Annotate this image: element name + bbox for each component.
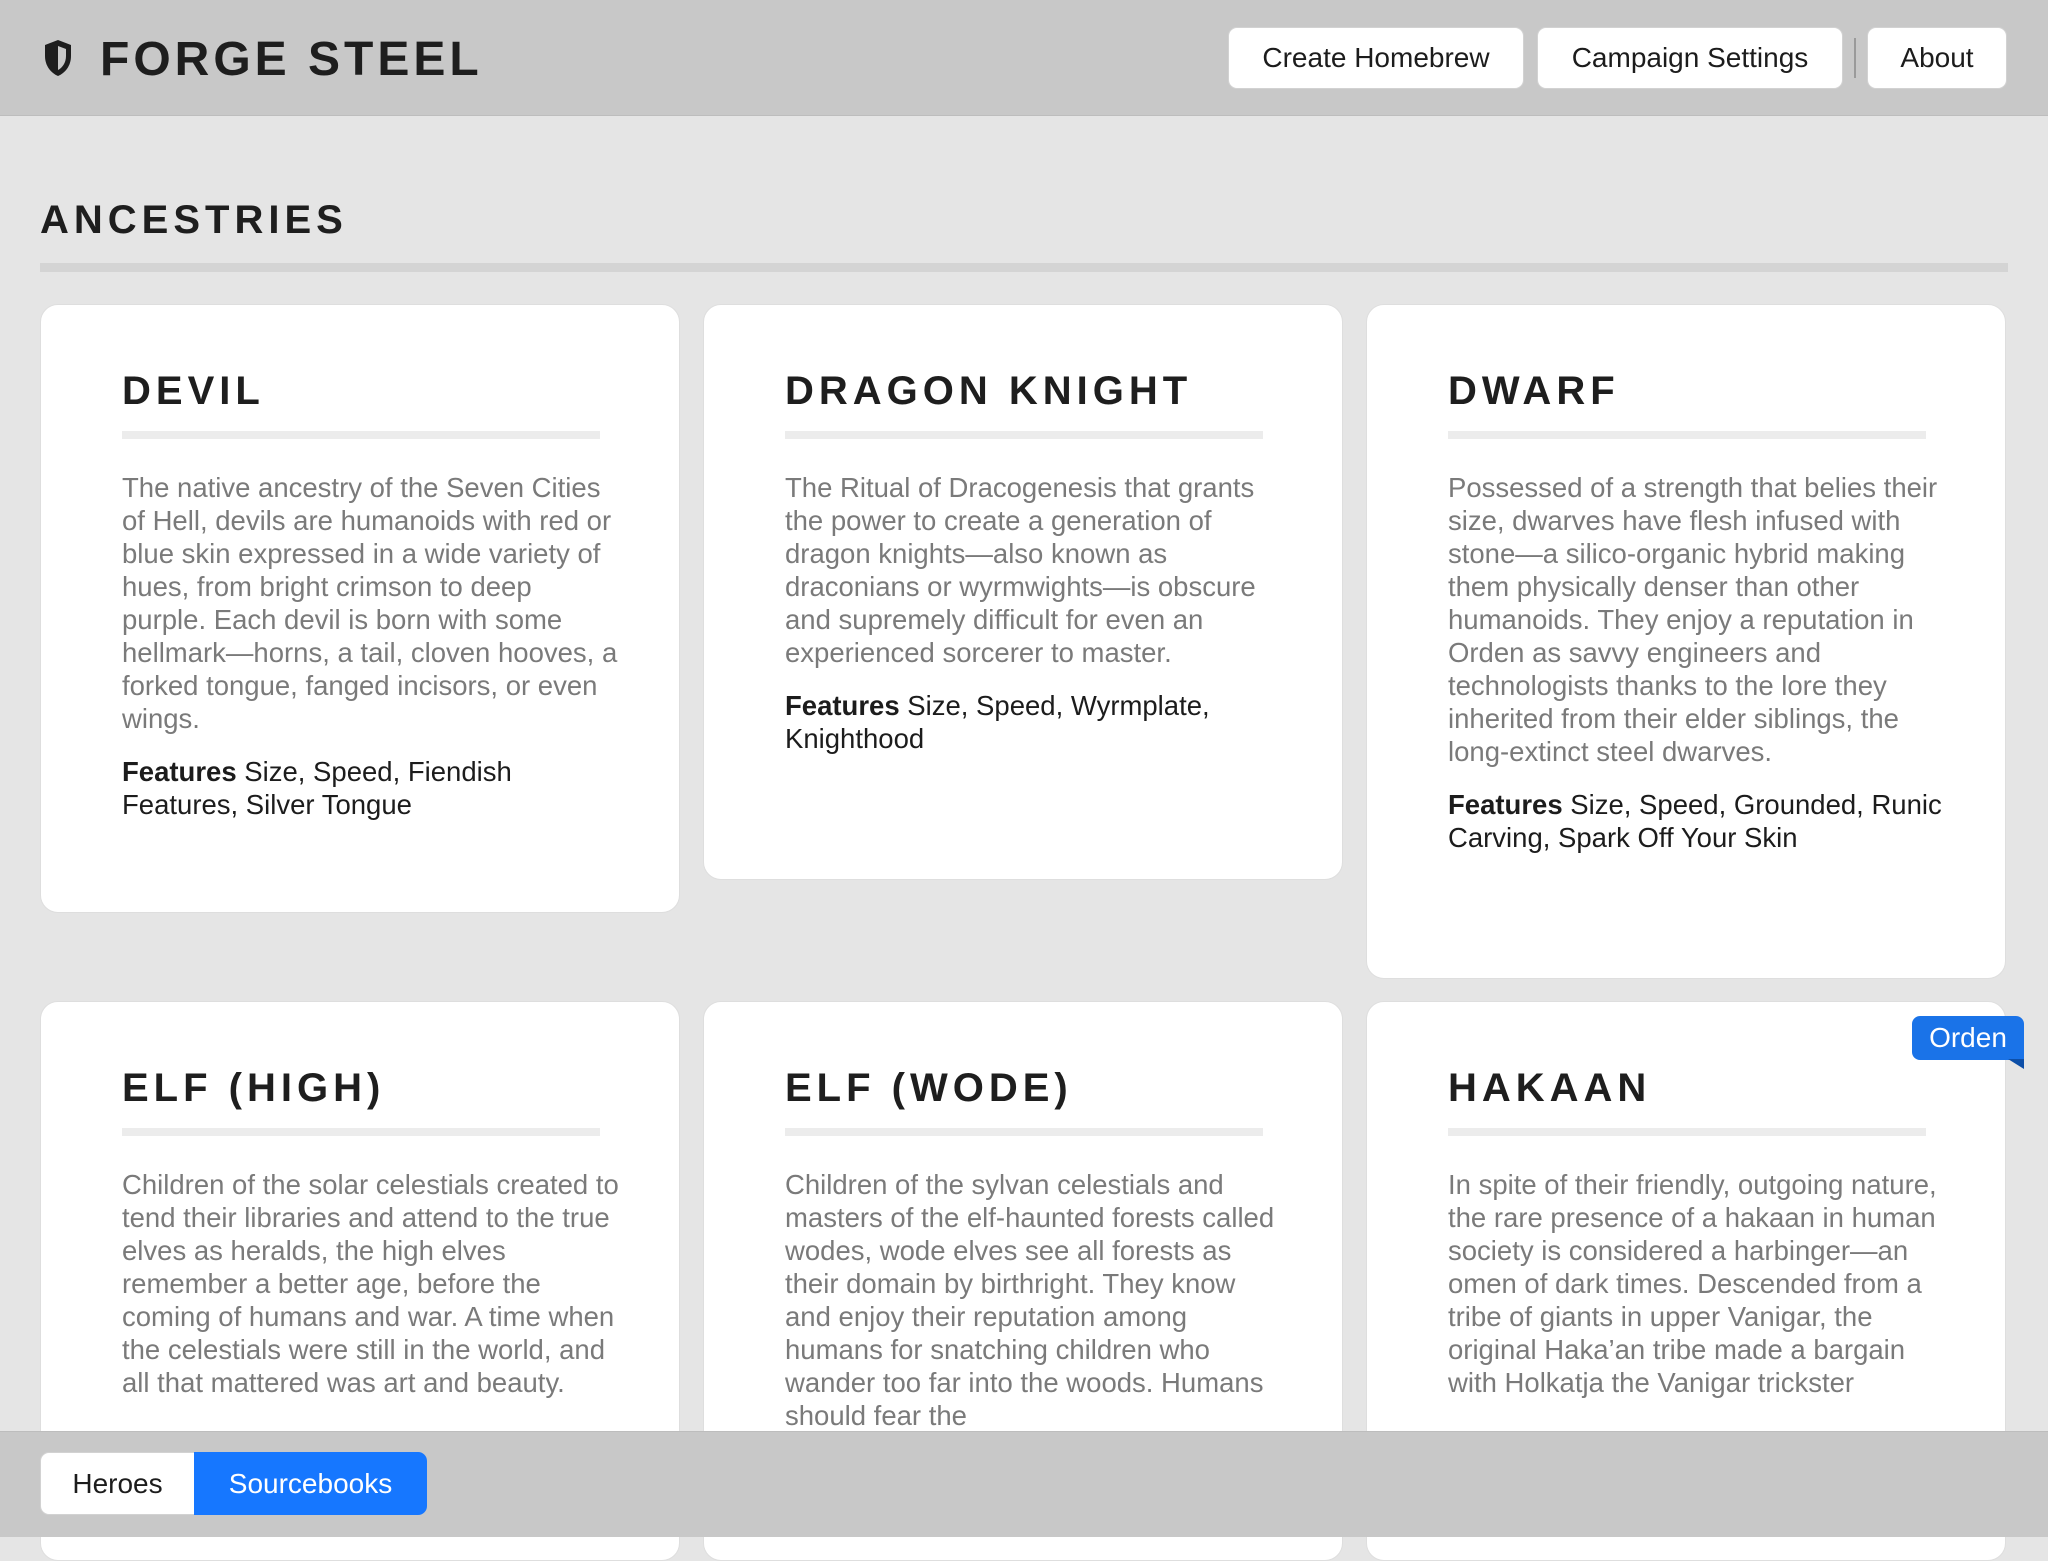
card-description-block: Children of the solar celestials created… xyxy=(122,1168,622,1399)
app-title: FORGE STEEL xyxy=(100,33,483,86)
features-label: Features xyxy=(1448,789,1563,820)
tab-sourcebooks[interactable]: Sourcebooks xyxy=(194,1452,427,1515)
card-divider xyxy=(1448,431,1926,439)
card-title: DRAGON KNIGHT xyxy=(785,369,1193,413)
card-divider xyxy=(122,1128,600,1136)
header-divider xyxy=(1854,38,1856,78)
card-divider xyxy=(785,431,1263,439)
card-description: The native ancestry of the Seven Cities … xyxy=(122,472,618,734)
card-title: DEVIL xyxy=(122,369,265,413)
section-divider xyxy=(40,263,2008,272)
create-homebrew-button[interactable]: Create Homebrew xyxy=(1228,27,1524,89)
card-description-block: Possessed of a strength that belies thei… xyxy=(1448,471,1948,854)
shield-icon xyxy=(45,40,71,76)
card-description-block: The Ritual of Dracogenesis that grants t… xyxy=(785,471,1285,755)
card-divider xyxy=(785,1128,1263,1136)
tab-heroes[interactable]: Heroes xyxy=(40,1452,195,1515)
card-divider xyxy=(122,431,600,439)
ancestry-card-devil[interactable]: DEVIL The native ancestry of the Seven C… xyxy=(40,304,680,913)
card-description-block: In spite of their friendly, outgoing nat… xyxy=(1448,1168,1948,1399)
card-features: Features Size, Speed, Grounded, Runic Ca… xyxy=(1448,788,1948,854)
card-title: HAKAAN xyxy=(1448,1066,1652,1110)
card-description: In spite of their friendly, outgoing nat… xyxy=(1448,1169,1937,1398)
top-bar: FORGE STEEL Create Homebrew Campaign Set… xyxy=(0,0,2048,116)
card-description: Possessed of a strength that belies thei… xyxy=(1448,472,1938,767)
ancestry-card-dwarf[interactable]: DWARF Possessed of a strength that belie… xyxy=(1366,304,2006,979)
source-tag: Orden xyxy=(1912,1016,2024,1060)
card-description: Children of the sylvan celestials and ma… xyxy=(785,1169,1275,1431)
campaign-settings-button[interactable]: Campaign Settings xyxy=(1537,27,1843,89)
features-label: Features xyxy=(122,756,237,787)
card-description: The Ritual of Dracogenesis that grants t… xyxy=(785,472,1256,668)
card-features: Features Size, Speed, Fiendish Features,… xyxy=(122,755,622,821)
card-title: DWARF xyxy=(1448,369,1620,413)
card-title: ELF (WODE) xyxy=(785,1066,1073,1110)
card-title: ELF (HIGH) xyxy=(122,1066,386,1110)
card-divider xyxy=(1448,1128,1926,1136)
card-description: Children of the solar celestials created… xyxy=(122,1169,619,1398)
card-features: Features Size, Speed, Wyrmplate, Knighth… xyxy=(785,689,1285,755)
card-description-block: Children of the sylvan celestials and ma… xyxy=(785,1168,1285,1432)
card-description-block: The native ancestry of the Seven Cities … xyxy=(122,471,622,821)
ancestry-card-dragon-knight[interactable]: DRAGON KNIGHT The Ritual of Dracogenesis… xyxy=(703,304,1343,880)
source-tag-fold xyxy=(2008,1059,2024,1069)
features-label: Features xyxy=(785,690,900,721)
section-title: ANCESTRIES xyxy=(40,198,348,242)
about-button[interactable]: About xyxy=(1867,27,2007,89)
